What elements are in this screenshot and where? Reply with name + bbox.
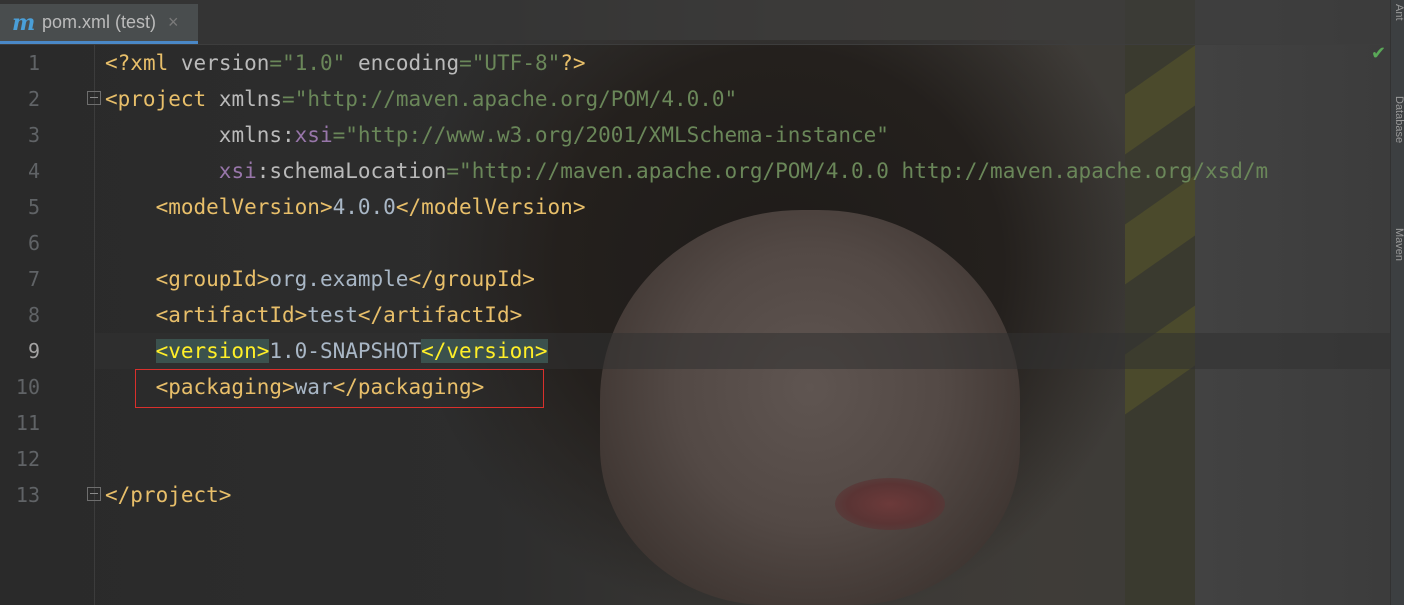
line-number: 7 (27, 267, 40, 291)
tab-pom-xml[interactable]: m pom.xml (test) × (0, 4, 198, 44)
line-number: 10 (15, 375, 40, 399)
annotation-highlight-box (135, 369, 544, 408)
editor-tab-bar: m pom.xml (test) × (0, 0, 1404, 45)
code-line-3: xmlns:xsi="http://www.w3.org/2001/XMLSch… (218, 123, 889, 147)
close-icon[interactable]: × (168, 12, 179, 33)
line-number: 11 (15, 411, 40, 435)
tab-label: pom.xml (test) (42, 12, 157, 32)
line-number: 3 (27, 123, 40, 147)
tool-window-ant[interactable]: Ant (1391, 4, 1404, 64)
line-number: 12 (15, 447, 40, 471)
matched-tag-open: <version> (155, 339, 270, 363)
line-number: 2 (27, 87, 40, 111)
line-number: 13 (15, 483, 40, 507)
tool-window-database[interactable]: Database (1391, 96, 1404, 196)
maven-m-icon: m (12, 9, 36, 36)
line-number: 4 (27, 159, 40, 183)
code-line-13: </project> (105, 483, 232, 507)
line-number-gutter[interactable]: 1 2 3 4 5 6 7 8 9 10 11 12 13 (0, 45, 101, 605)
line-number: 8 (27, 303, 40, 327)
check-icon[interactable]: ✔ (1371, 43, 1386, 64)
line-number: 5 (27, 195, 40, 219)
code-line-8: <artifactId>test</artifactId> (155, 303, 523, 327)
code-editor[interactable]: <?xml version="1.0" encoding="UTF-8"?> <… (95, 45, 1390, 605)
matched-tag-close: </version> (421, 339, 548, 363)
code-line-7: <groupId>org.example</groupId> (155, 267, 535, 291)
line-number-active: 9 (27, 339, 40, 363)
code-line-5: <modelVersion>4.0.0</modelVersion> (155, 195, 586, 219)
line-number: 1 (27, 51, 40, 75)
code-line-2: <project xmlns="http://maven.apache.org/… (105, 87, 738, 111)
code-line-1: <?xml version="1.0" encoding="UTF-8"?> (105, 51, 586, 75)
code-line-9: <version>1.0-SNAPSHOT</version> (155, 339, 548, 363)
code-line-4: xsi:schemaLocation="http://maven.apache.… (218, 159, 1269, 183)
right-tool-strip: Ant Database Maven (1390, 0, 1404, 605)
line-number: 6 (27, 231, 40, 255)
tool-window-maven[interactable]: Maven (1391, 228, 1404, 308)
